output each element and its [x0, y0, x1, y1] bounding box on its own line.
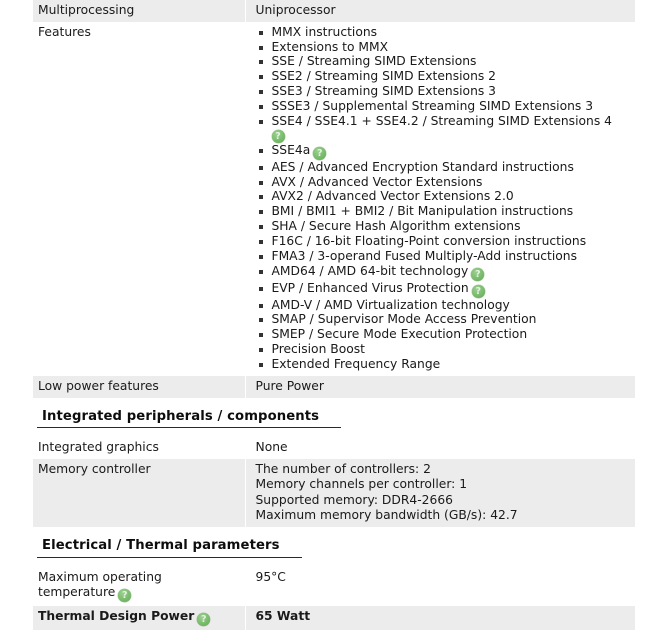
feature-text: AMD64 / AMD 64-bit technology	[271, 263, 469, 278]
feature-text: AMD-V / AMD Virtualization technology	[271, 297, 510, 312]
list-item: F16C / 16-bit Floating-Point conversion …	[256, 234, 630, 249]
row-label: Maximum operating temperature?	[33, 566, 245, 607]
list-item: SHA / Secure Hash Algorithm extensions	[256, 219, 630, 234]
feature-text: SSE / Streaming SIMD Extensions	[271, 54, 477, 69]
table-row-low-power-features: Low power features Pure Power	[33, 375, 635, 398]
feature-text: SMEP / Secure Mode Execution Protection	[271, 327, 528, 342]
row-value: The number of controllers: 2 Memory chan…	[244, 459, 635, 528]
row-value: Pure Power	[244, 375, 635, 398]
list-item: Precision Boost	[256, 342, 630, 357]
help-question-icon[interactable]: ?	[197, 613, 211, 627]
feature-text: SSE2 / Streaming SIMD Extensions 2	[271, 69, 497, 84]
list-item: AMD-V / AMD Virtualization technology	[256, 298, 630, 313]
section-title: Integrated peripherals / components	[37, 398, 342, 429]
section-title: Electrical / Thermal parameters	[37, 527, 302, 558]
list-item: AVX2 / Advanced Vector Extensions 2.0	[256, 189, 630, 204]
feature-text: AVX / Advanced Vector Extensions	[271, 174, 483, 189]
row-value: 95°C	[244, 566, 635, 607]
label-line: temperature?	[38, 585, 239, 603]
features-list: MMX instructions Extensions to MMX SSE /…	[256, 25, 630, 372]
list-item: SSE / Streaming SIMD Extensions	[256, 54, 630, 69]
label-text: Thermal Design Power	[38, 609, 195, 624]
list-item: SSE3 / Streaming SIMD Extensions 3	[256, 84, 630, 99]
memory-line: Memory channels per controller: 1	[255, 477, 468, 492]
table-row-max-operating-temperature: Maximum operating temperature? 95°C	[33, 566, 635, 607]
list-item: AES / Advanced Encryption Standard instr…	[256, 160, 630, 175]
row-label: Memory controller	[33, 459, 245, 528]
feature-text: SMAP / Supervisor Mode Access Prevention	[271, 312, 537, 327]
table-row-integrated-graphics: Integrated graphics None	[33, 437, 635, 460]
list-item: AMD64 / AMD 64-bit technology?	[256, 264, 630, 281]
table-row-multiprocessing: Multiprocessing Uniprocessor	[33, 0, 635, 22]
feature-text: Extended Frequency Range	[271, 356, 441, 371]
row-value: None	[244, 437, 635, 460]
spacer	[33, 428, 635, 438]
list-item: SMEP / Secure Mode Execution Protection	[256, 327, 630, 342]
memory-line: Maximum memory bandwidth (GB/s): 42.7	[255, 507, 518, 522]
feature-text: SSE4 / SSE4.1 + SSE4.2 / Streaming SIMD …	[271, 113, 612, 128]
feature-text: MMX instructions	[271, 24, 378, 39]
table-row-features: Features MMX instructions Extensions to …	[33, 21, 635, 376]
section-header-integrated-peripherals: Integrated peripherals / components	[33, 397, 635, 429]
spec-sheet: Multiprocessing Uniprocessor Features MM…	[0, 0, 649, 630]
section-header-electrical-thermal: Electrical / Thermal parameters	[33, 527, 635, 558]
feature-text: SSE4a	[271, 142, 311, 157]
list-item: Extended Frequency Range	[256, 357, 630, 372]
list-item: MMX instructions	[256, 25, 630, 40]
feature-text: AVX2 / Advanced Vector Extensions 2.0	[271, 189, 514, 204]
cpu-specification-table: Multiprocessing Uniprocessor Features MM…	[33, 0, 635, 630]
row-label: Integrated graphics	[33, 437, 245, 460]
memory-line: The number of controllers: 2	[255, 462, 431, 477]
help-question-icon[interactable]: ?	[118, 589, 132, 603]
help-question-icon[interactable]: ?	[271, 129, 285, 143]
feature-text: EVP / Enhanced Virus Protection	[271, 280, 469, 295]
memory-line: Supported memory: DDR4-2666	[255, 492, 453, 507]
list-item: SSE2 / Streaming SIMD Extensions 2	[256, 69, 630, 84]
list-item: SSE4a?	[256, 143, 630, 160]
row-label: Multiprocessing	[33, 0, 245, 22]
help-question-icon[interactable]: ?	[471, 284, 485, 298]
help-question-icon[interactable]: ?	[313, 146, 327, 160]
row-value: Uniprocessor	[244, 0, 635, 22]
feature-text: F16C / 16-bit Floating-Point conversion …	[271, 233, 587, 248]
help-question-icon[interactable]: ?	[471, 267, 485, 281]
list-item: AVX / Advanced Vector Extensions	[256, 175, 630, 190]
feature-text: AES / Advanced Encryption Standard instr…	[271, 159, 574, 174]
spacer	[33, 557, 635, 567]
list-item: SSE4 / SSE4.1 + SSE4.2 / Streaming SIMD …	[256, 114, 630, 143]
feature-text: SSE3 / Streaming SIMD Extensions 3	[271, 84, 497, 99]
feature-text: FMA3 / 3-operand Fused Multiply-Add inst…	[271, 248, 577, 263]
feature-text: SSSE3 / Supplemental Streaming SIMD Exte…	[271, 99, 594, 114]
feature-text: SHA / Secure Hash Algorithm extensions	[271, 219, 521, 234]
feature-text: Extensions to MMX	[271, 39, 389, 54]
label-text: temperature	[38, 585, 116, 600]
feature-text: BMI / BMI1 + BMI2 / Bit Manipulation ins…	[271, 204, 574, 219]
row-value: MMX instructions Extensions to MMX SSE /…	[244, 21, 635, 376]
row-label: Features	[33, 21, 245, 376]
list-item: SSSE3 / Supplemental Streaming SIMD Exte…	[256, 99, 630, 114]
row-label: Low power features	[33, 375, 245, 398]
list-item: BMI / BMI1 + BMI2 / Bit Manipulation ins…	[256, 204, 630, 219]
list-item: Extensions to MMX	[256, 40, 630, 55]
label-line: Maximum operating	[38, 569, 162, 584]
list-item: SMAP / Supervisor Mode Access Prevention	[256, 312, 630, 327]
list-item: EVP / Enhanced Virus Protection?	[256, 281, 630, 298]
list-item: FMA3 / 3-operand Fused Multiply-Add inst…	[256, 249, 630, 264]
table-row-memory-controller: Memory controller The number of controll…	[33, 459, 635, 528]
feature-text: Precision Boost	[271, 342, 366, 357]
